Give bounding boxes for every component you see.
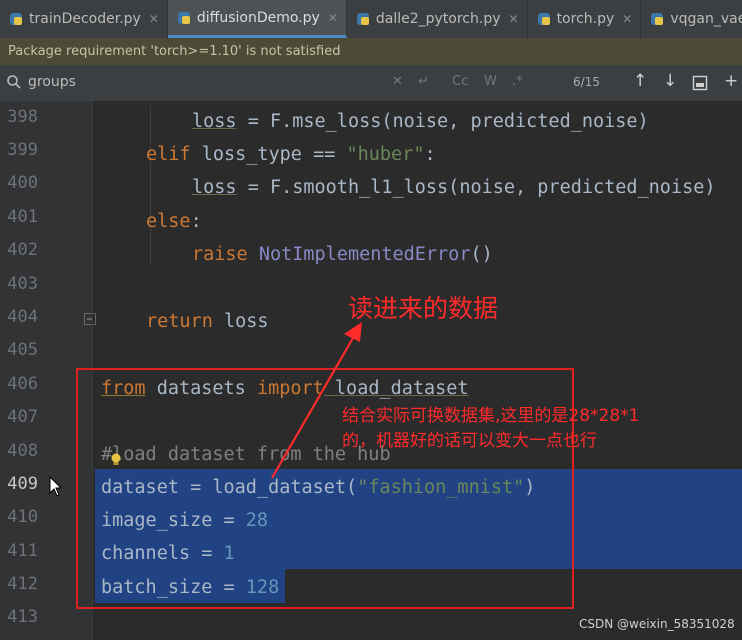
annotation-note-line: 结合实际可换数据集,这里的是28*28*1 (342, 406, 640, 426)
annotation-note: 结合实际可换数据集,这里的是28*28*1 的，机器好的话可以变大一点也行 (342, 404, 639, 454)
annotation-note-line: 的，机器好的话可以变大一点也行 (342, 431, 597, 451)
watermark: CSDN @weixin_58351028 (579, 617, 735, 631)
annotation-title: 读进来的数据 (348, 294, 499, 323)
